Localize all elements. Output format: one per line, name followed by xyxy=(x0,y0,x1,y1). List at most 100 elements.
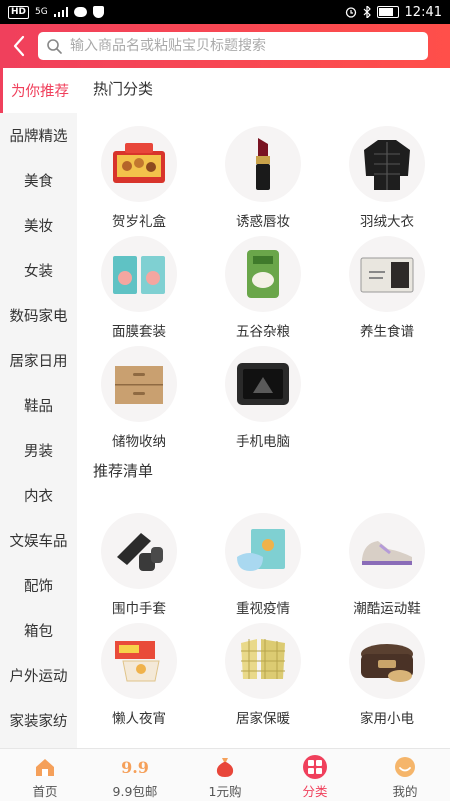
tab-label: 分类 xyxy=(302,784,328,799)
category-item-label: 羽绒大衣 xyxy=(360,214,414,230)
sidebar-item-beauty[interactable]: 美妆 xyxy=(0,203,77,248)
sidebar-item-label: 家装家纺 xyxy=(9,714,68,730)
chevron-left-icon xyxy=(13,35,25,57)
storage-drawer-icon xyxy=(101,346,177,422)
category-item-home-warmth[interactable]: 居家保暖 xyxy=(201,623,325,733)
scarf-gloves-icon xyxy=(101,513,177,589)
sidebar-item-womens[interactable]: 女装 xyxy=(0,248,77,293)
smiley-icon xyxy=(394,755,416,779)
tab-label: 9.9包邮 xyxy=(112,784,158,799)
sidebar-item-mens[interactable]: 男装 xyxy=(0,428,77,473)
gift-box-icon xyxy=(101,126,177,202)
sidebar-item-entertainment[interactable]: 文娱车品 xyxy=(0,518,77,563)
category-item-storage[interactable]: 储物收纳 xyxy=(77,346,201,456)
category-item-late-snacks[interactable]: 懒人夜宵 xyxy=(77,623,201,733)
sidebar-item-label: 品牌精选 xyxy=(9,129,68,145)
sidebar-item-label: 美食 xyxy=(24,174,53,190)
sidebar-item-household[interactable]: 居家日用 xyxy=(0,338,77,383)
category-item-label: 懒人夜宵 xyxy=(112,711,166,727)
rice-bag-icon xyxy=(225,236,301,312)
tab-label: 首页 xyxy=(32,784,58,799)
category-item-health-recipe[interactable]: 养生食谱 xyxy=(325,236,449,346)
search-input[interactable] xyxy=(68,37,412,55)
category-sidebar: 为你推荐 品牌精选 美食 美妆 女装 数码家电 居家日用 鞋品 男装 内衣 文娱… xyxy=(0,68,77,748)
section-title-recommended: 推荐清单 xyxy=(93,462,154,480)
signal-icon xyxy=(53,7,68,17)
search-box[interactable] xyxy=(38,32,428,60)
category-item-label: 围巾手套 xyxy=(112,601,166,617)
sidebar-item-shoes[interactable]: 鞋品 xyxy=(0,383,77,428)
category-item-label: 诱惑唇妆 xyxy=(236,214,290,230)
bluetooth-icon xyxy=(363,6,371,18)
sidebar-item-label: 为你推荐 xyxy=(11,84,69,100)
search-icon xyxy=(47,39,62,54)
category-item-label: 重视疫情 xyxy=(236,601,290,617)
tab-label: 我的 xyxy=(392,784,418,799)
sidebar-item-label: 户外运动 xyxy=(9,669,68,685)
sidebar-item-label: 箱包 xyxy=(24,624,53,640)
back-button[interactable] xyxy=(0,24,38,68)
category-item-label: 手机电脑 xyxy=(236,434,290,450)
section-title-hot: 热门分类 xyxy=(93,80,154,98)
sneaker-icon xyxy=(349,513,425,589)
tab-label: 1元购 xyxy=(208,784,242,799)
category-item-label: 养生食谱 xyxy=(360,324,414,340)
tea-box-icon xyxy=(349,236,425,312)
sidebar-item-bags[interactable]: 箱包 xyxy=(0,608,77,653)
sidebar-item-label: 鞋品 xyxy=(24,399,53,415)
category-item-grains[interactable]: 五谷杂粮 xyxy=(201,236,325,346)
sidebar-item-label: 配饰 xyxy=(24,579,53,595)
category-item-lipstick[interactable]: 诱惑唇妆 xyxy=(201,126,325,236)
tab-mine[interactable]: 我的 xyxy=(360,749,450,801)
tab-category[interactable]: 分类 xyxy=(270,749,360,801)
category-item-label: 五谷杂粮 xyxy=(236,324,290,340)
tab-9-9-free-shipping[interactable]: 9.9 9.9包邮 xyxy=(90,749,180,801)
sidebar-item-accessories[interactable]: 配饰 xyxy=(0,563,77,608)
face-mask-icon xyxy=(101,236,177,312)
sidebar-item-recommended[interactable]: 为你推荐 xyxy=(0,68,77,113)
category-item-label: 居家保暖 xyxy=(236,711,290,727)
down-jacket-icon xyxy=(349,126,425,202)
lipstick-icon xyxy=(225,126,301,202)
sidebar-item-label: 男装 xyxy=(24,444,53,460)
sidebar-item-label: 居家日用 xyxy=(9,354,68,370)
bottom-tab-bar: 首页 9.9 9.9包邮 1元购 分类 我的 xyxy=(0,748,450,801)
medical-mask-icon xyxy=(225,513,301,589)
category-icon xyxy=(302,755,328,779)
category-item-label: 家用小电 xyxy=(360,711,414,727)
sidebar-item-food[interactable]: 美食 xyxy=(0,158,77,203)
home-icon xyxy=(34,755,56,779)
sidebar-item-underwear[interactable]: 内衣 xyxy=(0,473,77,518)
instant-noodles-icon xyxy=(101,623,177,699)
category-item-small-appliances[interactable]: 家用小电 xyxy=(325,623,449,733)
category-item-epidemic[interactable]: 重视疫情 xyxy=(201,513,325,623)
shield-icon xyxy=(92,6,104,18)
category-item-down-jacket[interactable]: 羽绒大衣 xyxy=(325,126,449,236)
top-header xyxy=(0,24,450,68)
category-item-label: 面膜套装 xyxy=(112,324,166,340)
status-bar: HD 5G 12:41 xyxy=(0,0,450,24)
sidebar-item-label: 美妆 xyxy=(24,219,53,235)
chat-icon xyxy=(73,7,87,17)
sidebar-item-brands[interactable]: 品牌精选 xyxy=(0,113,77,158)
category-item-label: 贺岁礼盒 xyxy=(112,214,166,230)
category-item-scarf-gloves[interactable]: 围巾手套 xyxy=(77,513,201,623)
money-bag-icon xyxy=(214,755,236,779)
category-item-phone-computer[interactable]: 手机电脑 xyxy=(201,346,325,456)
sidebar-item-outdoor[interactable]: 户外运动 xyxy=(0,653,77,698)
rugged-phone-icon xyxy=(225,346,301,422)
sidebar-item-label: 数码家电 xyxy=(9,309,68,325)
rice-cooker-icon xyxy=(349,623,425,699)
tab-home[interactable]: 首页 xyxy=(0,749,90,801)
category-item-gift-box[interactable]: 贺岁礼盒 xyxy=(77,126,201,236)
sidebar-item-label: 女装 xyxy=(24,264,53,280)
price-9-9-icon: 9.9 xyxy=(121,757,149,777)
sidebar-item-digital[interactable]: 数码家电 xyxy=(0,293,77,338)
tab-one-yuan[interactable]: 1元购 xyxy=(180,749,270,801)
category-item-label: 储物收纳 xyxy=(112,434,166,450)
sidebar-item-label: 文娱车品 xyxy=(9,534,68,550)
sidebar-item-home-textiles[interactable]: 家装家纺 xyxy=(0,698,77,743)
alarm-icon xyxy=(345,7,356,18)
category-item-face-mask[interactable]: 面膜套装 xyxy=(77,236,201,346)
category-item-sneakers[interactable]: 潮酷运动鞋 xyxy=(325,513,449,623)
